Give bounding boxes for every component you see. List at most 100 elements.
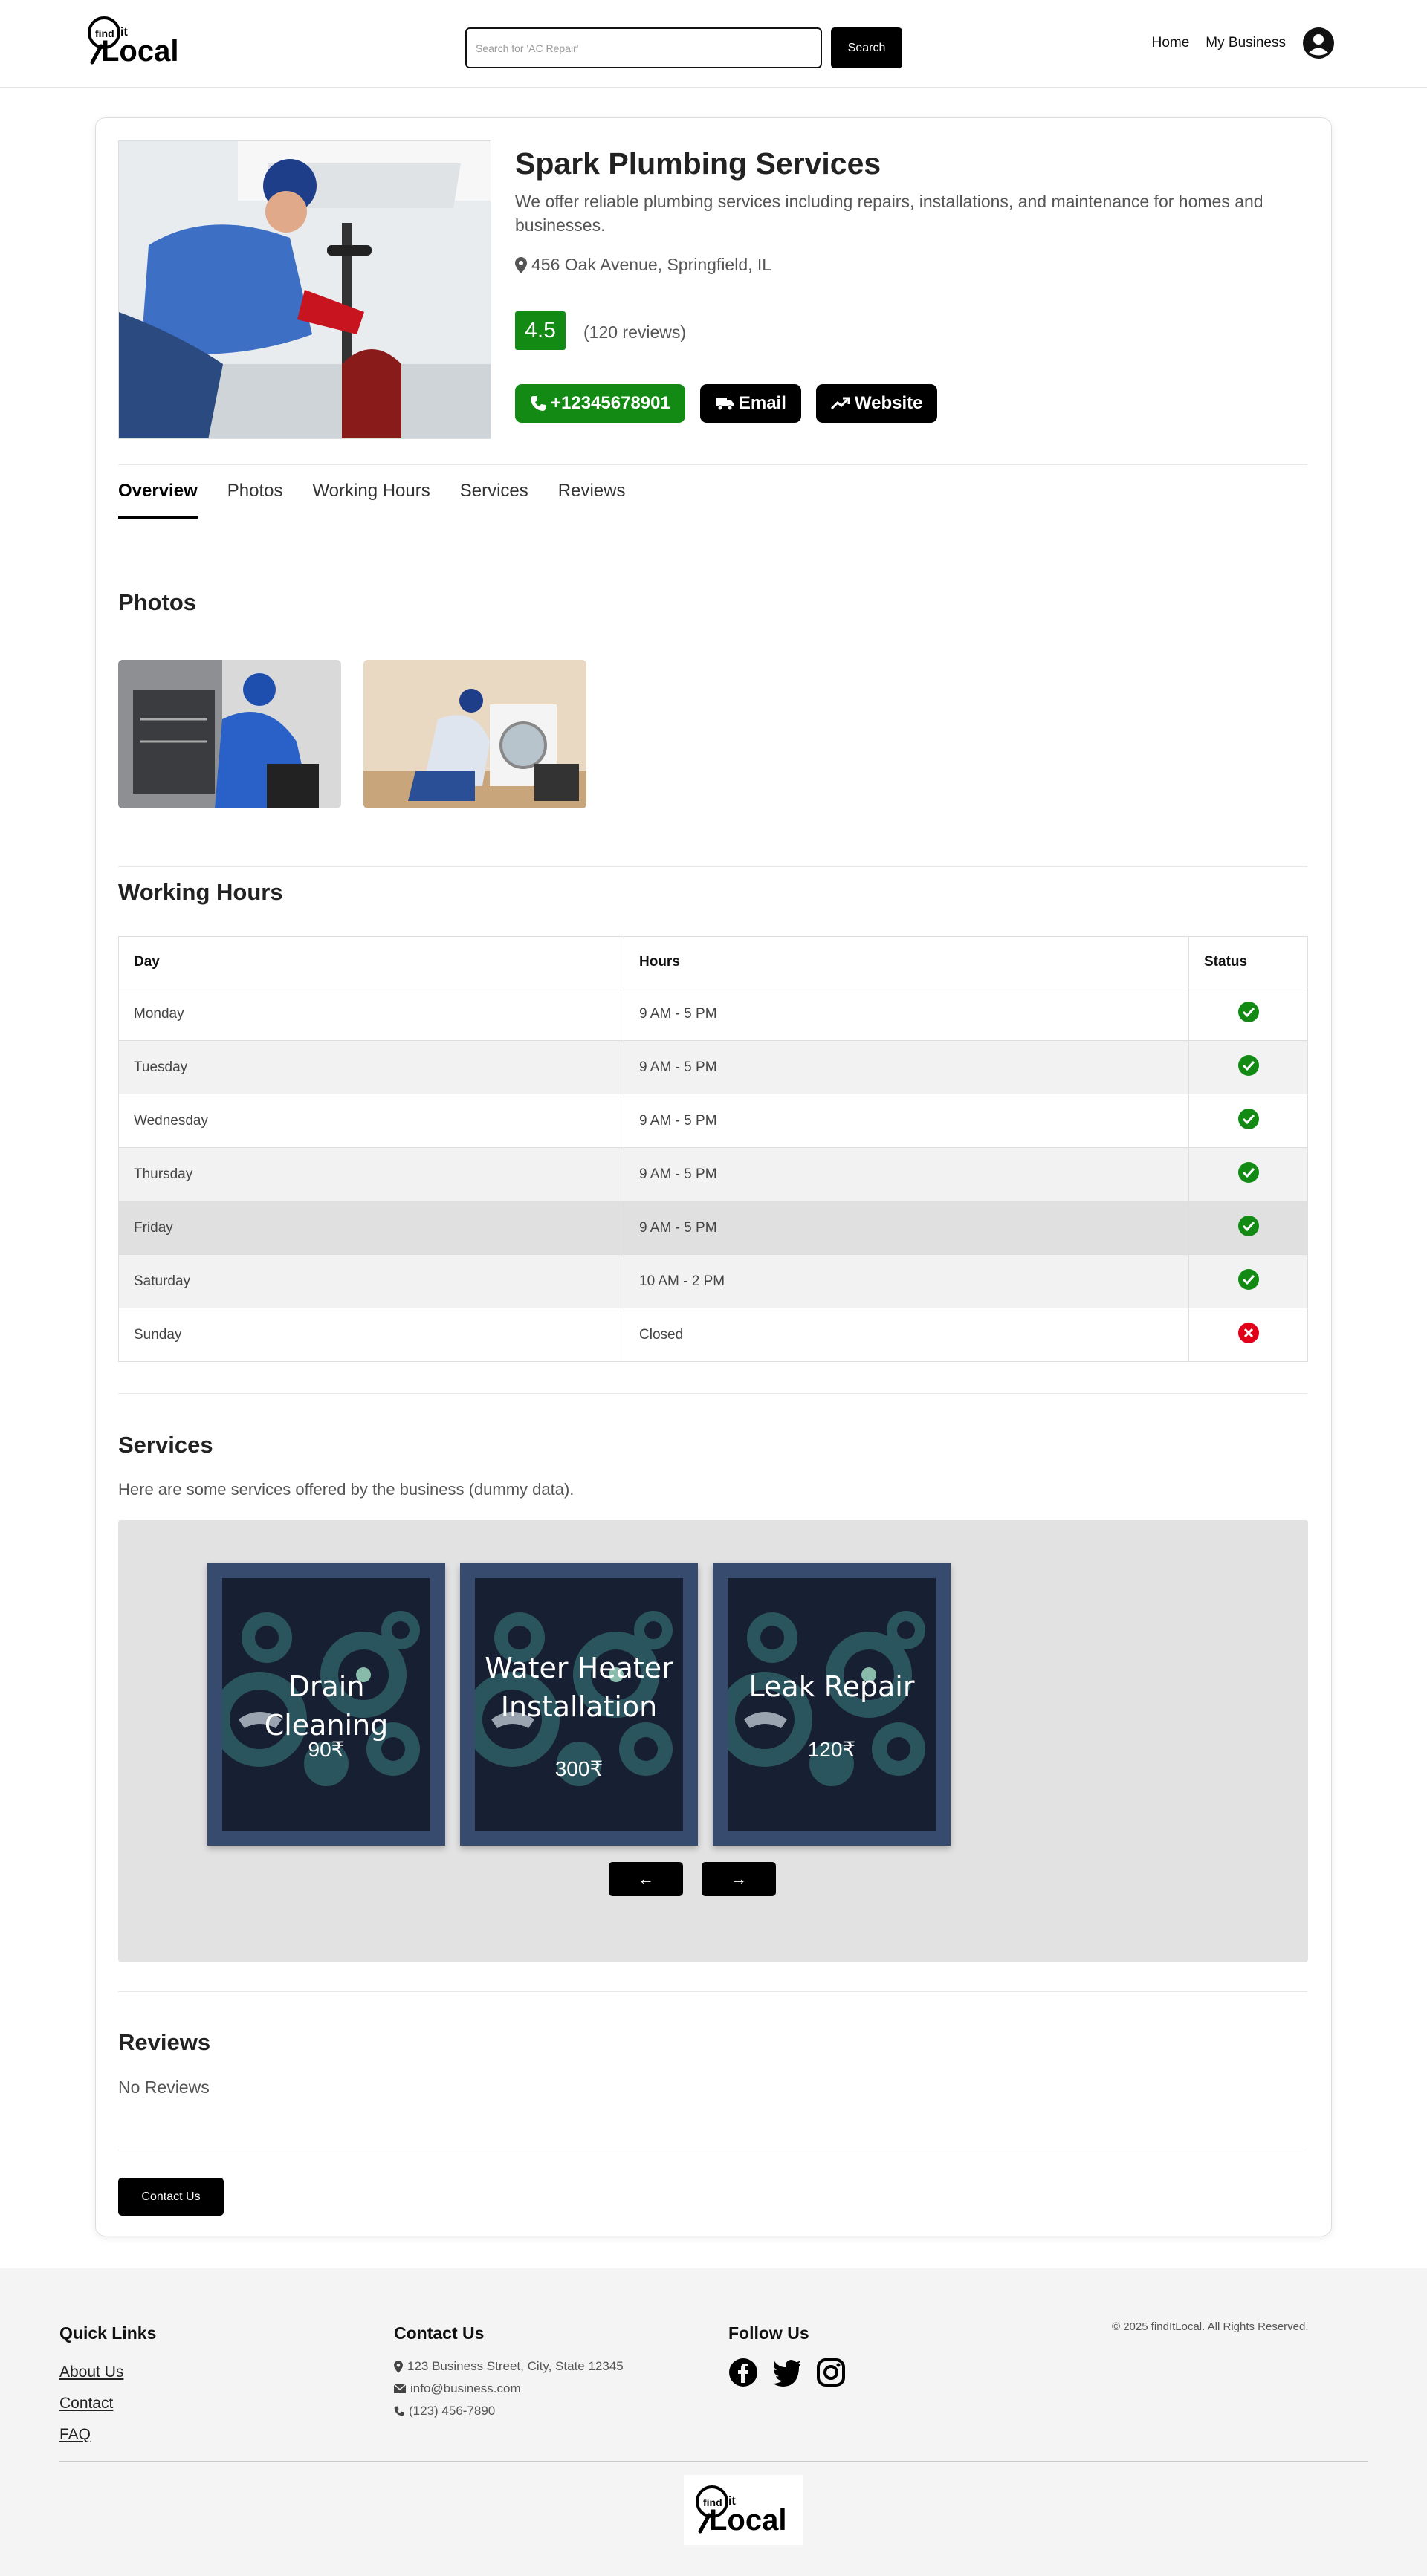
cell-status (1188, 1094, 1308, 1148)
footer-logo: find it Local (684, 2475, 803, 2545)
twitter-icon[interactable] (771, 2358, 803, 2387)
service-price: 90₹ (308, 1738, 345, 1761)
service-price: 120₹ (807, 1738, 856, 1761)
tab-reviews[interactable]: Reviews (558, 481, 626, 519)
svg-text:Local: Local (101, 35, 178, 68)
facebook-icon[interactable] (728, 2358, 758, 2387)
cell-day: Friday (118, 1201, 624, 1255)
cell-status (1188, 1147, 1308, 1201)
contact-us-button[interactable]: Contact Us (118, 2178, 224, 2216)
footer-email-text[interactable]: info@business.com (410, 2381, 521, 2396)
col-day: Day (118, 936, 624, 987)
no-reviews-text: No Reviews (118, 2077, 210, 2097)
table-header-row: Day Hours Status (118, 936, 1308, 987)
tab-overview[interactable]: Overview (118, 481, 198, 519)
social-links (728, 2358, 846, 2387)
service-card-image: Water Heater Installation 300₹ (475, 1578, 683, 1831)
table-row: Saturday 10 AM - 2 PM (118, 1254, 1308, 1308)
service-name: Drain Cleaning (264, 1670, 389, 1742)
cell-hours: 9 AM - 5 PM (624, 1094, 1189, 1148)
cell-status (1188, 1254, 1308, 1308)
cell-hours: Closed (624, 1308, 1189, 1362)
tab-photos[interactable]: Photos (227, 481, 283, 519)
footer-divider (59, 2461, 1368, 2462)
call-button[interactable]: +12345678901 (515, 384, 685, 423)
photo-thumbnail[interactable] (363, 660, 586, 808)
cell-day: Saturday (118, 1254, 624, 1308)
table-row: Tuesday 9 AM - 5 PM (118, 1040, 1308, 1094)
business-address: 456 Oak Avenue, Springfield, IL (515, 255, 771, 275)
user-avatar-icon[interactable] (1302, 27, 1335, 59)
service-card[interactable]: Leak Repair 120₹ (713, 1563, 951, 1846)
reviews-heading: Reviews (118, 2029, 211, 2055)
cell-day: Monday (118, 987, 624, 1041)
photos-heading: Photos (118, 589, 197, 615)
nav-home-link[interactable]: Home (1152, 35, 1190, 51)
business-name: Spark Plumbing Services (515, 146, 881, 181)
search-input[interactable] (465, 27, 822, 68)
check-circle-icon (1237, 1108, 1259, 1129)
cell-day: Sunday (118, 1308, 624, 1362)
nav-my-business-link[interactable]: My Business (1206, 35, 1286, 51)
services-heading: Services (118, 1432, 213, 1458)
mail-truck-icon (716, 398, 734, 411)
quick-links-heading: Quick Links (59, 2323, 157, 2343)
cell-day: Wednesday (118, 1094, 624, 1148)
table-row: Sunday Closed (118, 1308, 1308, 1362)
contact-actions: +12345678901 Email Website (515, 384, 938, 423)
website-button[interactable]: Website (815, 384, 938, 423)
services-carousel: Drain Cleaning 90₹ Water Heater Installati… (118, 1520, 1308, 1962)
cell-hours: 9 AM - 5 PM (624, 1147, 1189, 1201)
footer-address: 123 Business Street, City, State 12345 (394, 2359, 624, 2374)
photo-thumbnail[interactable] (118, 660, 341, 808)
section-tabs: Overview Photos Working Hours Services R… (118, 481, 625, 519)
table-row: Friday 9 AM - 5 PM (118, 1201, 1308, 1255)
footer-link-faq[interactable]: FAQ (59, 2426, 91, 2444)
x-circle-icon (1237, 1322, 1259, 1343)
website-label: Website (854, 393, 923, 413)
footer-email: info@business.com (394, 2381, 521, 2396)
footer-link-contact[interactable]: Contact (59, 2395, 113, 2413)
working-hours-heading: Working Hours (118, 879, 283, 905)
finditlocal-logo[interactable]: find it Local (86, 13, 190, 68)
cell-status (1188, 1040, 1308, 1094)
address-text: 456 Oak Avenue, Springfield, IL (531, 255, 772, 274)
tab-working-hours[interactable]: Working Hours (312, 481, 430, 519)
table-row: Monday 9 AM - 5 PM (118, 987, 1308, 1041)
service-card[interactable]: Drain Cleaning 90₹ (207, 1563, 445, 1846)
carousel-prev-button[interactable]: ← (609, 1862, 683, 1896)
check-circle-icon (1237, 1001, 1259, 1022)
carousel-next-button[interactable]: → (702, 1862, 776, 1896)
envelope-icon (394, 2384, 406, 2393)
email-button[interactable]: Email (699, 384, 801, 423)
main-nav: Home My Business (1152, 27, 1335, 59)
phone-number: +12345678901 (551, 393, 670, 413)
cell-status (1188, 1308, 1308, 1362)
rating-badge: 4.5 (515, 311, 566, 350)
service-card-image: Leak Repair 120₹ (728, 1578, 936, 1831)
col-status: Status (1188, 936, 1308, 987)
search-button[interactable]: Search (831, 27, 902, 68)
working-hours-table: Day Hours Status Monday 9 AM - 5 PM Tuesda… (118, 936, 1308, 1362)
service-name: Water Heater Installation (485, 1652, 673, 1723)
divider (118, 1393, 1307, 1394)
divider (118, 1991, 1307, 1992)
copyright-text: © 2025 findItLocal. All Rights Reserved. (1112, 2320, 1309, 2333)
service-card[interactable]: Water Heater Installation 300₹ (460, 1563, 698, 1846)
service-name: Leak Repair (748, 1670, 915, 1703)
footer-address-text: 123 Business Street, City, State 12345 (407, 2359, 624, 2373)
cell-hours: 10 AM - 2 PM (624, 1254, 1189, 1308)
site-footer: Quick Links About Us Contact FAQ Contact… (0, 2268, 1427, 2576)
contact-heading: Contact Us (394, 2323, 485, 2343)
check-circle-icon (1237, 1054, 1259, 1076)
follow-us-heading: Follow Us (728, 2323, 809, 2343)
cell-hours: 9 AM - 5 PM (624, 1040, 1189, 1094)
services-subtitle: Here are some services offered by the bu… (118, 1480, 575, 1499)
cell-day: Thursday (118, 1147, 624, 1201)
cell-hours: 9 AM - 5 PM (624, 1201, 1189, 1255)
tab-services[interactable]: Services (460, 481, 528, 519)
footer-link-about[interactable]: About Us (59, 2364, 123, 2381)
service-price: 300₹ (554, 1757, 604, 1780)
cell-status (1188, 987, 1308, 1041)
instagram-icon[interactable] (816, 2358, 846, 2387)
